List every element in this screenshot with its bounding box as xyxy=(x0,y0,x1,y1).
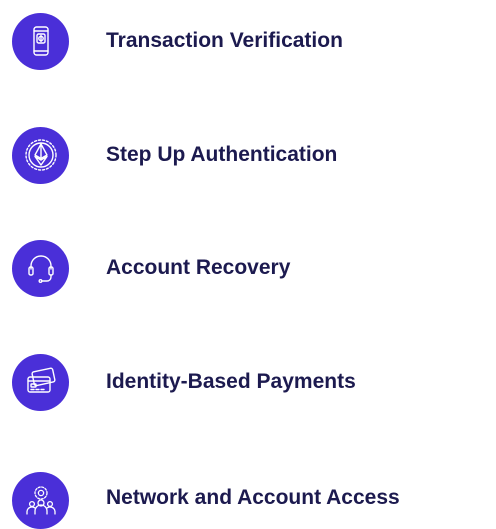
feature-label: Transaction Verification xyxy=(106,29,343,52)
feature-label: Network and Account Access xyxy=(106,486,400,509)
headset-support-icon xyxy=(12,239,69,297)
feature-label: Identity-Based Payments xyxy=(106,370,356,393)
ethereum-coin-icon xyxy=(12,126,69,184)
feature-item-identity-based-payments: Identity-Based Payments xyxy=(12,353,496,411)
feature-label: Account Recovery xyxy=(106,256,291,279)
feature-item-transaction-verification: Transaction Verification xyxy=(12,12,496,70)
feature-item-account-recovery: Account Recovery xyxy=(12,239,496,297)
feature-item-step-up-authentication: Step Up Authentication xyxy=(12,126,496,184)
credit-cards-icon xyxy=(12,353,69,411)
feature-list: Transaction Verification Step Up Authent… xyxy=(0,0,496,529)
mobile-phone-payment-icon xyxy=(12,12,69,70)
user-group-network-icon xyxy=(12,471,69,529)
feature-label: Step Up Authentication xyxy=(106,143,338,166)
feature-item-network-and-account-access: Network and Account Access xyxy=(12,467,496,529)
